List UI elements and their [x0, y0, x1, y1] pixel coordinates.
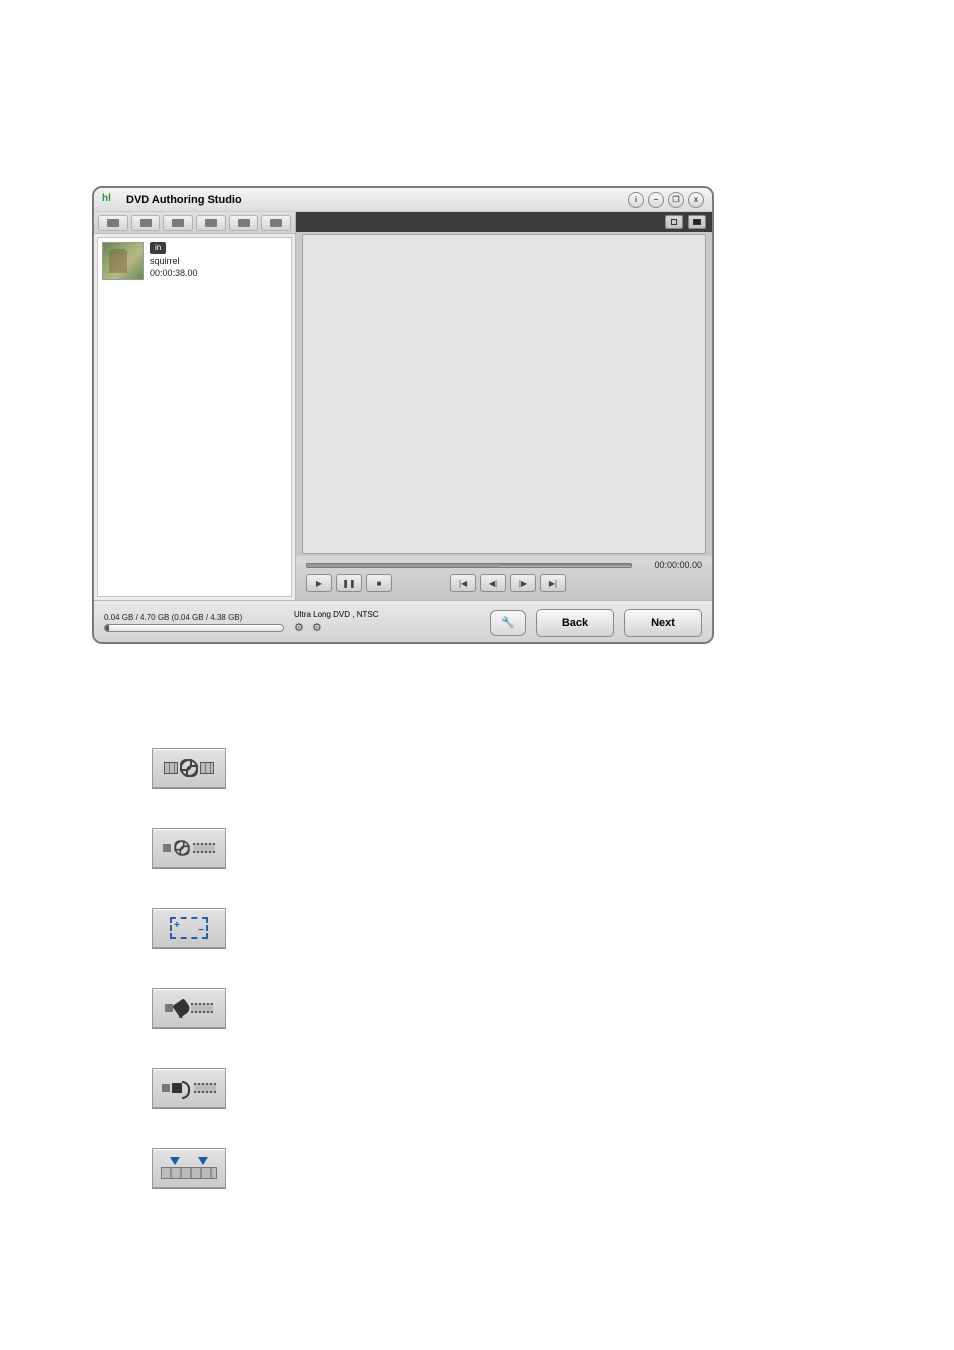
capacity-text: 0.04 GB / 4.70 GB (0.04 GB / 4.38 GB): [104, 613, 284, 622]
tools-button[interactable]: 🔧: [490, 610, 526, 636]
skip-start-button[interactable]: |◀: [450, 574, 476, 592]
trim-box-icon: + −: [170, 917, 208, 939]
play-button[interactable]: ▶: [306, 574, 332, 592]
stop-button[interactable]: ■: [366, 574, 392, 592]
swirl-icon: [174, 840, 189, 855]
swatch-edit-icon: [152, 988, 226, 1028]
window-icon: [671, 219, 677, 225]
clip-item[interactable]: in squirrel 00:00:38.00: [102, 242, 287, 280]
filmstrip-icon: [193, 843, 215, 853]
preview-topbar: [296, 212, 712, 232]
film-right-icon: [200, 762, 214, 774]
tab-transition-clip-icon[interactable]: [98, 215, 128, 231]
close-button[interactable]: x: [688, 192, 704, 208]
app-title: DVD Authoring Studio: [126, 194, 624, 206]
block-left-icon: [162, 1084, 170, 1092]
filmstrip-icon: [194, 1083, 216, 1093]
tv-icon: [693, 219, 701, 225]
app-window: hl DVD Authoring Studio i – ❐ x in: [92, 186, 714, 644]
filmstrip-icon: [191, 1003, 213, 1013]
clip-meta: in squirrel 00:00:38.00: [150, 242, 198, 278]
plus-icon: +: [174, 920, 180, 931]
step-back-button[interactable]: ◀|: [480, 574, 506, 592]
minimize-button[interactable]: –: [648, 192, 664, 208]
preview-fullscreen-button[interactable]: [688, 215, 706, 229]
pen-icon: [172, 998, 191, 1017]
seek-row: 00:00:00.00: [306, 560, 702, 570]
titlebar: hl DVD Authoring Studio i – ❐ x: [94, 188, 712, 212]
transport-row: ▶ ❚❚ ■ |◀ ◀| |▶ ▶|: [306, 574, 702, 592]
minus-icon: −: [198, 925, 204, 936]
mode-readout: Ultra Long DVD , NTSC ⚙ ⚙: [294, 610, 378, 635]
preview-panel: 00:00:00.00 ▶ ❚❚ ■ |◀ ◀| |▶ ▶|: [296, 212, 712, 600]
tab-audio-icon[interactable]: [229, 215, 259, 231]
pause-button[interactable]: ❚❚: [336, 574, 362, 592]
bottom-bar: 0.04 GB / 4.70 GB (0.04 GB / 4.38 GB) Ul…: [94, 600, 712, 644]
next-button[interactable]: Next: [624, 609, 702, 637]
swatch-trim-icon: + −: [152, 908, 226, 948]
left-panel: in squirrel 00:00:38.00: [94, 212, 296, 600]
swatch-clip-transition-icon: [152, 748, 226, 788]
swatch-strip-transition-icon: [152, 828, 226, 868]
app-logo: hl: [102, 193, 122, 207]
back-button[interactable]: Back: [536, 609, 614, 637]
main-area: in squirrel 00:00:38.00 00:00:00.00: [94, 212, 712, 600]
preview-screen[interactable]: [302, 234, 706, 554]
tab-transition-strip-icon[interactable]: [131, 215, 161, 231]
settings-icon-2[interactable]: ⚙: [312, 621, 326, 635]
wrench-icon: 🔧: [501, 616, 515, 629]
block-left-icon: [163, 844, 171, 852]
timecode-display: 00:00:00.00: [642, 560, 702, 570]
maximize-button[interactable]: ❐: [668, 192, 684, 208]
swirl-icon: [180, 759, 198, 777]
left-panel-tabs: [94, 212, 295, 234]
seek-slider[interactable]: [306, 563, 632, 568]
clip-in-badge: in: [150, 242, 166, 254]
tab-edit-icon[interactable]: [196, 215, 226, 231]
tab-chapter-icon[interactable]: [261, 215, 291, 231]
help-button[interactable]: i: [628, 192, 644, 208]
preview-controls: 00:00:00.00 ▶ ❚❚ ■ |◀ ◀| |▶ ▶|: [296, 556, 712, 600]
capacity-bar: [104, 624, 284, 632]
film-left-icon: [164, 762, 178, 774]
tab-trim-icon[interactable]: [163, 215, 193, 231]
capacity-readout: 0.04 GB / 4.70 GB (0.04 GB / 4.38 GB): [104, 613, 284, 632]
swatch-chapter-icon: [152, 1148, 226, 1188]
speaker-icon: [172, 1083, 182, 1093]
step-forward-button[interactable]: |▶: [510, 574, 536, 592]
mode-text: Ultra Long DVD , NTSC: [294, 610, 378, 619]
settings-icon[interactable]: ⚙: [294, 621, 308, 635]
chapter-marks-icon: [161, 1157, 217, 1179]
preview-windowed-button[interactable]: [665, 215, 683, 229]
skip-end-button[interactable]: ▶|: [540, 574, 566, 592]
clip-name: squirrel: [150, 256, 198, 266]
clip-duration: 00:00:38.00: [150, 268, 198, 278]
clip-thumbnail[interactable]: [102, 242, 144, 280]
swatch-audio-icon: [152, 1068, 226, 1108]
clip-list[interactable]: in squirrel 00:00:38.00: [97, 237, 292, 597]
